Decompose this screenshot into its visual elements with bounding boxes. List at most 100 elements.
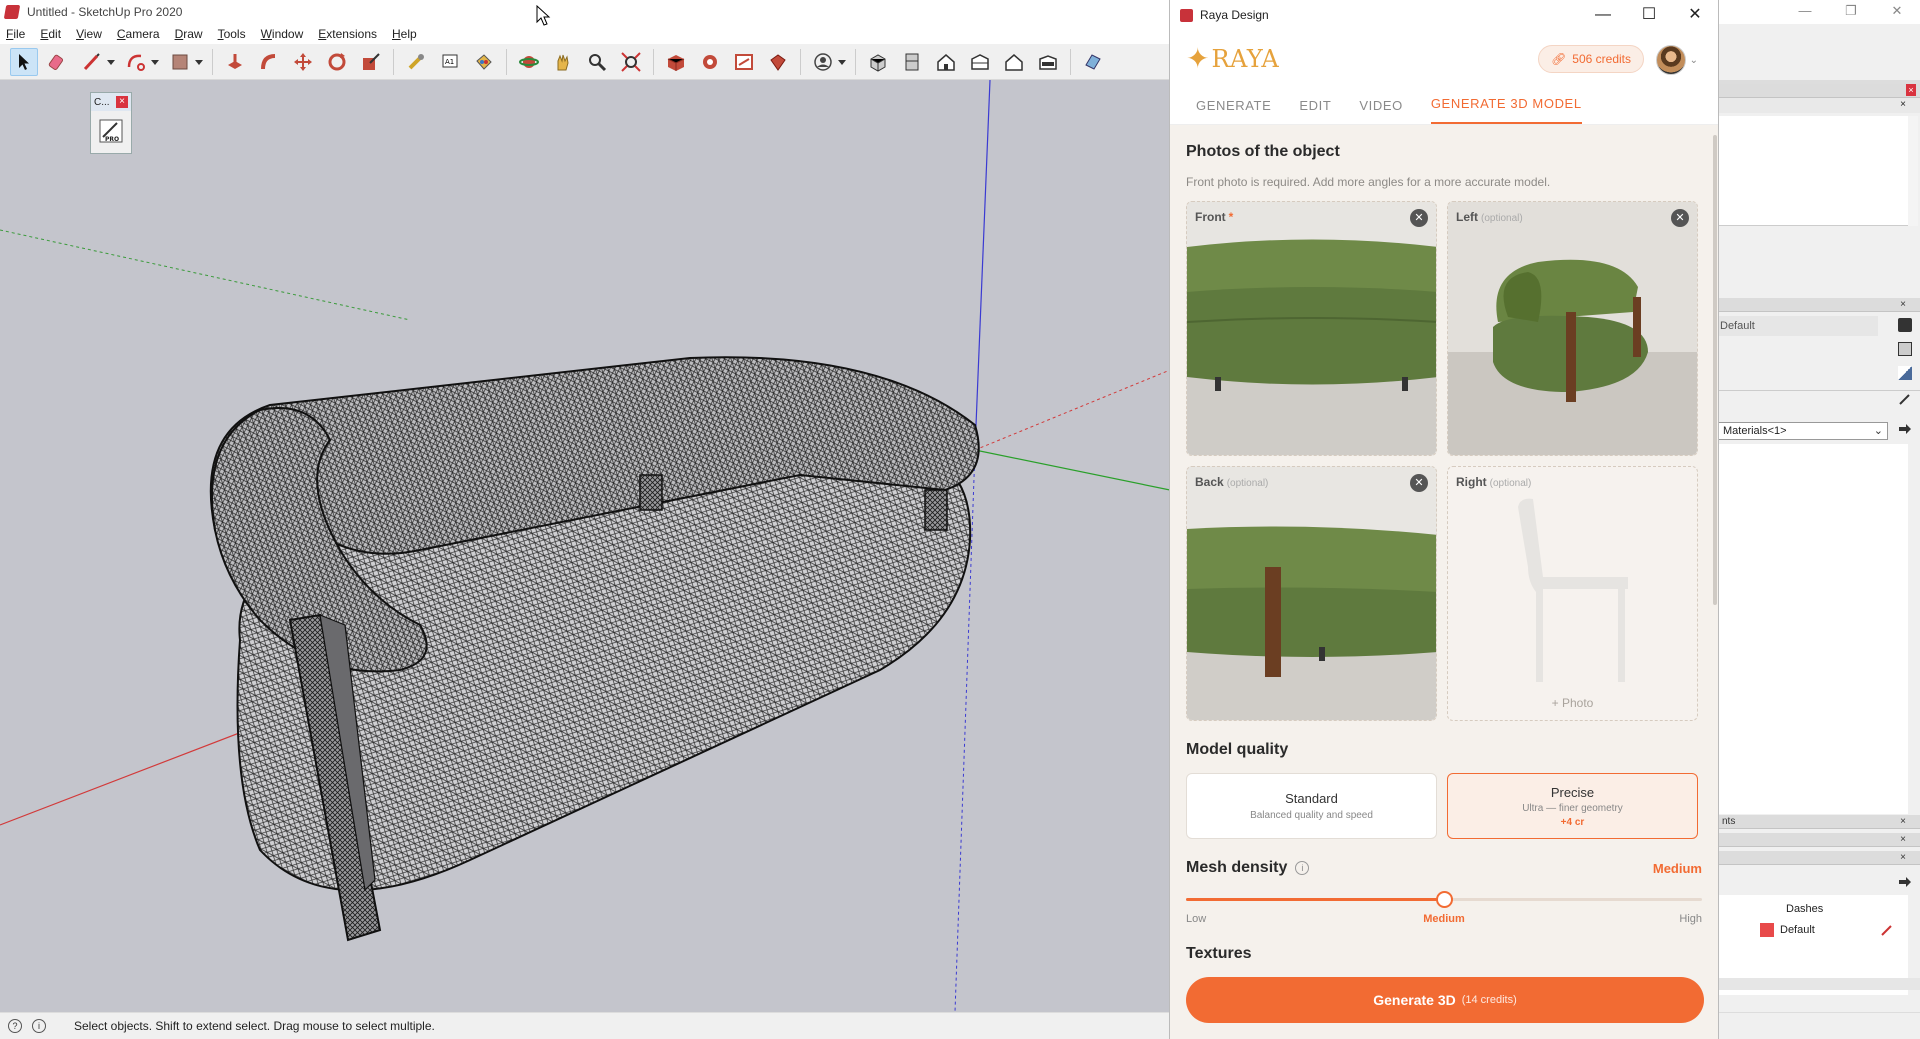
geolocation-icon[interactable]: ? — [8, 1019, 22, 1033]
close-icon[interactable]: × — [1900, 99, 1906, 110]
scrollbar-thumb[interactable] — [1713, 135, 1717, 605]
remove-photo-icon[interactable]: ✕ — [1671, 209, 1689, 227]
line-dropdown-icon[interactable] — [106, 48, 116, 76]
account-icon[interactable] — [809, 48, 837, 76]
scale-tool-icon[interactable] — [357, 48, 385, 76]
tab-generate[interactable]: GENERATE — [1196, 87, 1271, 124]
text-tool-icon[interactable]: A1 — [436, 48, 464, 76]
materials-header: × — [1718, 298, 1920, 312]
close-icon[interactable]: × — [1906, 84, 1916, 96]
slider-handle[interactable] — [1436, 891, 1453, 908]
close-icon[interactable]: × — [1900, 815, 1906, 829]
photo-label-text: Front — [1195, 210, 1226, 224]
quality-standard-desc: Balanced quality and speed — [1250, 810, 1373, 821]
tab-video[interactable]: VIDEO — [1359, 87, 1402, 124]
tag-default-name[interactable]: Default — [1780, 924, 1815, 936]
mesh-density-slider[interactable] — [1186, 891, 1702, 908]
material-preview-icon[interactable] — [1898, 366, 1912, 380]
materials-collection-select[interactable]: Materials<1> ⌄ — [1718, 422, 1888, 440]
photo-slot-front[interactable]: Front * ✕ — [1186, 201, 1437, 456]
raya-scrollbar[interactable] — [1712, 125, 1718, 605]
modeling-viewport[interactable] — [0, 80, 1170, 1012]
minimize-icon[interactable]: — — [1580, 0, 1626, 30]
menu-draw[interactable]: Draw — [175, 27, 203, 41]
zoom-extents-icon[interactable] — [617, 48, 645, 76]
details-arrow-icon[interactable] — [1898, 422, 1912, 436]
section-plane-icon[interactable] — [1079, 48, 1107, 76]
sample-paint-icon[interactable] — [1898, 342, 1912, 356]
material-name-field[interactable]: Default — [1718, 316, 1878, 336]
quality-precise-name: Precise — [1550, 784, 1595, 800]
extension-manager-icon[interactable] — [764, 48, 792, 76]
account-dropdown-icon[interactable] — [837, 48, 847, 76]
menu-camera[interactable]: Camera — [117, 27, 160, 41]
generate-3d-button[interactable]: Generate 3D (14 credits) — [1186, 977, 1704, 1023]
top-view-icon[interactable] — [898, 48, 926, 76]
paint-bucket-icon[interactable] — [470, 48, 498, 76]
iso-view-icon[interactable] — [864, 48, 892, 76]
maximize-icon[interactable]: ☐ — [1626, 0, 1672, 30]
rectangle-tool-icon[interactable] — [166, 48, 194, 76]
close-icon[interactable]: × — [1900, 851, 1906, 865]
credits-badge[interactable]: 🔗︎ 506 credits — [1538, 45, 1644, 73]
photo-slot-right[interactable]: Right (optional) + Photo — [1447, 466, 1698, 721]
push-pull-tool-icon[interactable] — [221, 48, 249, 76]
rotate-tool-icon[interactable] — [323, 48, 351, 76]
tab-edit[interactable]: EDIT — [1299, 87, 1331, 124]
create-material-icon[interactable] — [1898, 318, 1912, 332]
left-view-icon[interactable] — [1034, 48, 1062, 76]
menu-window[interactable]: Window — [261, 27, 304, 41]
quality-standard-option[interactable]: Standard Balanced quality and speed — [1186, 773, 1437, 839]
photo-slot-left[interactable]: Left (optional) ✕ — [1447, 201, 1698, 456]
tray-scrollbar[interactable] — [1908, 116, 1918, 226]
menu-file[interactable]: File — [6, 27, 25, 41]
menu-view[interactable]: View — [76, 27, 102, 41]
pan-tool-icon[interactable] — [549, 48, 577, 76]
arc-tool-icon[interactable] — [122, 48, 150, 76]
raya-pro-tool-icon[interactable]: PRO — [91, 111, 131, 151]
3d-warehouse-icon[interactable] — [662, 48, 690, 76]
info-icon[interactable]: i — [32, 1019, 46, 1033]
extension-warehouse-icon[interactable] — [696, 48, 724, 76]
rectangle-dropdown-icon[interactable] — [194, 48, 204, 76]
photo-grid: Front * ✕ Left (optional) ✕ Back (option… — [1186, 201, 1702, 721]
tag-color-swatch[interactable] — [1760, 923, 1774, 937]
move-tool-icon[interactable] — [289, 48, 317, 76]
menu-help[interactable]: Help — [392, 27, 417, 41]
tray-horizontal-scrollbar[interactable] — [1718, 978, 1920, 990]
close-icon[interactable]: × — [116, 96, 128, 108]
back-view-icon[interactable] — [1000, 48, 1028, 76]
menu-tools[interactable]: Tools — [218, 27, 246, 41]
follow-me-tool-icon[interactable] — [255, 48, 283, 76]
account-menu[interactable]: ⌄ — [1655, 45, 1698, 75]
arc-dropdown-icon[interactable] — [150, 48, 160, 76]
menu-edit[interactable]: Edit — [40, 27, 61, 41]
info-icon[interactable]: i — [1295, 861, 1310, 875]
minimize-icon[interactable]: — — [1782, 0, 1828, 24]
line-tool-icon[interactable] — [78, 48, 106, 76]
front-view-icon[interactable] — [932, 48, 960, 76]
select-tool-icon[interactable] — [10, 47, 38, 76]
pencil-icon[interactable] — [1880, 923, 1894, 937]
close-icon[interactable]: ✕ — [1672, 0, 1718, 30]
eraser-tool-icon[interactable] — [44, 48, 72, 76]
remove-photo-icon[interactable]: ✕ — [1410, 474, 1428, 492]
menu-extensions[interactable]: Extensions — [318, 27, 377, 41]
remove-photo-icon[interactable]: ✕ — [1410, 209, 1428, 227]
raya-logo: ✦ RAYA — [1186, 45, 1279, 74]
svg-text:PRO: PRO — [105, 136, 119, 143]
tab-generate-3d-model[interactable]: GENERATE 3D MODEL — [1430, 87, 1582, 124]
close-icon[interactable]: ✕ — [1874, 0, 1920, 24]
paint-brush-icon[interactable] — [1898, 392, 1912, 406]
orbit-tool-icon[interactable] — [515, 48, 543, 76]
right-view-icon[interactable] — [966, 48, 994, 76]
restore-icon[interactable]: ❐ — [1828, 0, 1874, 24]
tape-measure-icon[interactable] — [402, 48, 430, 76]
layout-icon[interactable] — [730, 48, 758, 76]
details-arrow-icon[interactable] — [1898, 875, 1912, 889]
close-icon[interactable]: × — [1900, 298, 1906, 312]
quality-precise-option[interactable]: Precise Ultra — finer geometry +4 cr — [1447, 773, 1698, 839]
close-icon[interactable]: × — [1900, 833, 1906, 847]
photo-slot-back[interactable]: Back (optional) ✕ — [1186, 466, 1437, 721]
zoom-tool-icon[interactable] — [583, 48, 611, 76]
